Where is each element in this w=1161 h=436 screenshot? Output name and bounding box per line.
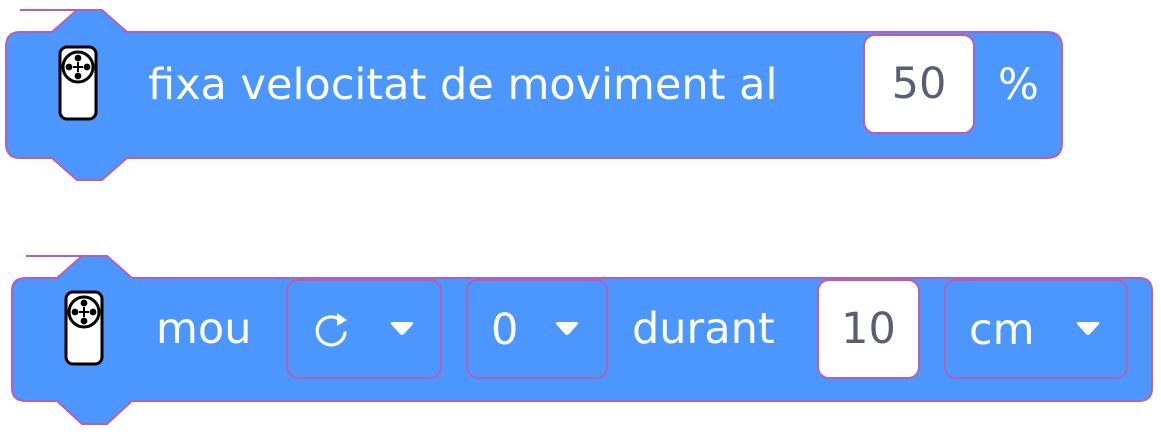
during-label: durant — [632, 304, 775, 354]
chevron-down-icon — [1076, 322, 1100, 335]
chevron-down-icon — [555, 322, 579, 335]
remote-controller-icon — [64, 290, 104, 366]
move-label: mou — [156, 304, 252, 354]
chevron-down-icon — [390, 322, 414, 335]
rotate-clockwise-icon — [315, 313, 347, 347]
move-block[interactable]: mou 0 durant 10 cm — [0, 0, 1161, 436]
distance-input[interactable]: 10 — [817, 279, 920, 379]
distance-value: 10 — [841, 304, 896, 354]
unit-value: cm — [969, 305, 1035, 355]
axis-dropdown[interactable]: 0 — [466, 279, 608, 379]
axis-value: 0 — [491, 305, 519, 355]
unit-dropdown[interactable]: cm — [944, 279, 1128, 379]
direction-dropdown[interactable] — [286, 279, 442, 379]
